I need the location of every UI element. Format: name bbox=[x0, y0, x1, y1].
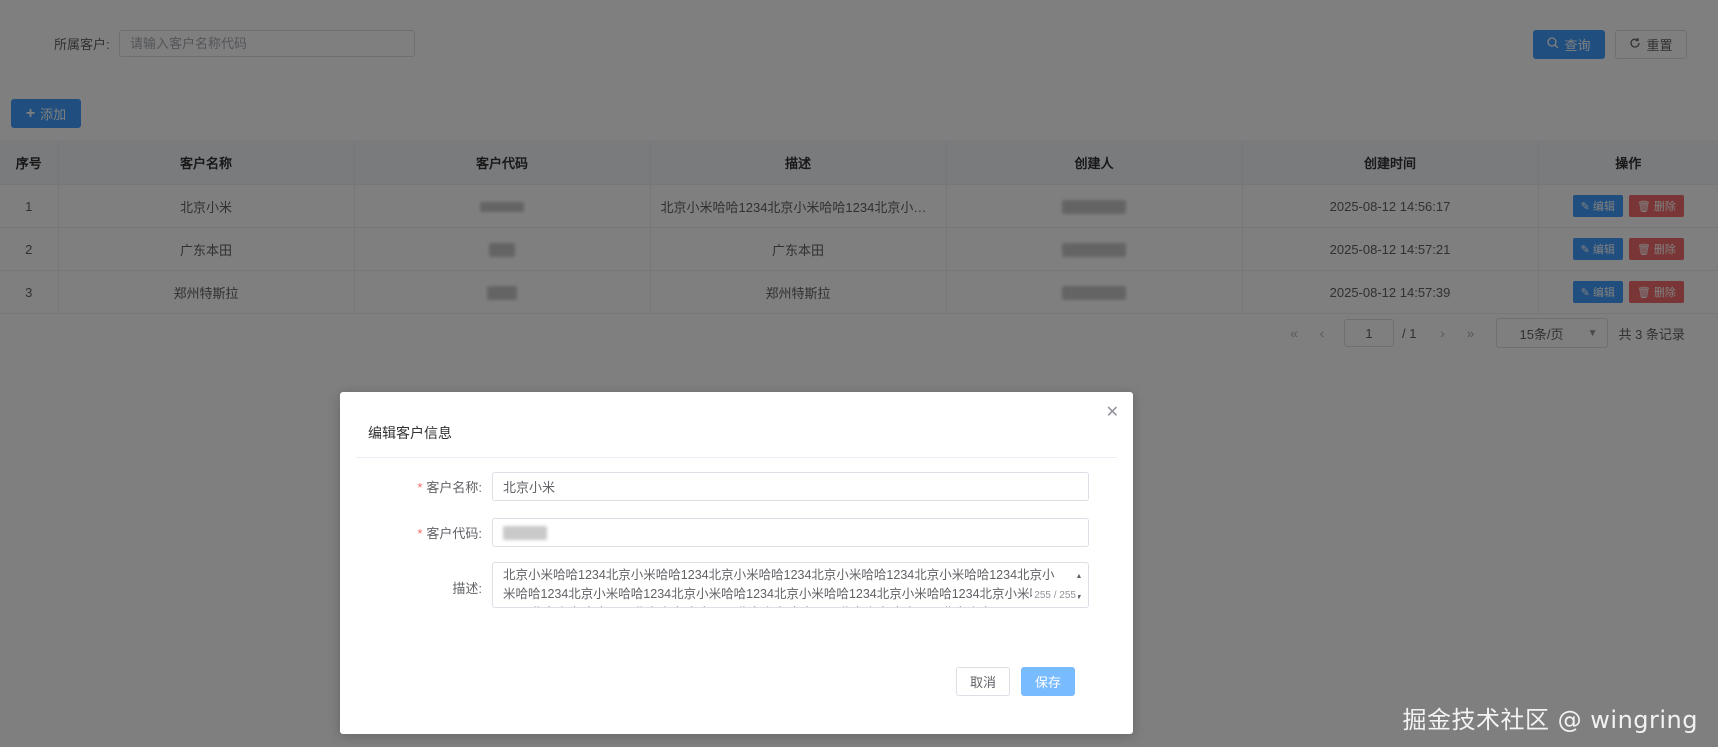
required-star-icon: * bbox=[417, 480, 423, 495]
customer-name-input[interactable]: 北京小米 bbox=[492, 472, 1089, 501]
scroll-up-icon[interactable]: ▲ bbox=[1076, 567, 1083, 586]
dialog-title: 编辑客户信息 bbox=[368, 425, 452, 441]
required-star-icon: * bbox=[417, 526, 423, 541]
description-textarea[interactable]: 北京小米哈哈1234北京小米哈哈1234北京小米哈哈1234北京小米哈哈1234… bbox=[492, 562, 1089, 608]
customer-name-label-text: 客户名称: bbox=[426, 480, 482, 495]
page: 所属客户: 查询 重置 + 添加 序号 客户名称 客户代码 bbox=[0, 0, 1718, 747]
save-button[interactable]: 保存 bbox=[1021, 667, 1075, 696]
customer-code-label: * 客户代码: bbox=[352, 523, 482, 542]
close-icon[interactable]: ✕ bbox=[1106, 402, 1119, 422]
watermark: 掘金技术社区 @ wingring bbox=[1402, 706, 1698, 734]
customer-code-input[interactable] bbox=[492, 518, 1089, 547]
customer-name-value: 北京小米 bbox=[503, 480, 556, 495]
cancel-button[interactable]: 取消 bbox=[956, 667, 1010, 696]
customer-name-label: * 客户名称: bbox=[352, 477, 482, 496]
customer-code-label-text: 客户代码: bbox=[426, 526, 482, 541]
word-count: 255 / 255 bbox=[1032, 586, 1078, 605]
description-label: 描述: bbox=[452, 581, 482, 596]
redacted-code bbox=[503, 525, 547, 540]
description-value: 北京小米哈哈1234北京小米哈哈1234北京小米哈哈1234北京小米哈哈1234… bbox=[503, 568, 1055, 607]
dialog-divider bbox=[356, 457, 1117, 458]
edit-customer-dialog: 编辑客户信息 ✕ * 客户名称: 北京小米 * 客户代码: 描述: 北京小米哈哈12… bbox=[340, 392, 1133, 734]
